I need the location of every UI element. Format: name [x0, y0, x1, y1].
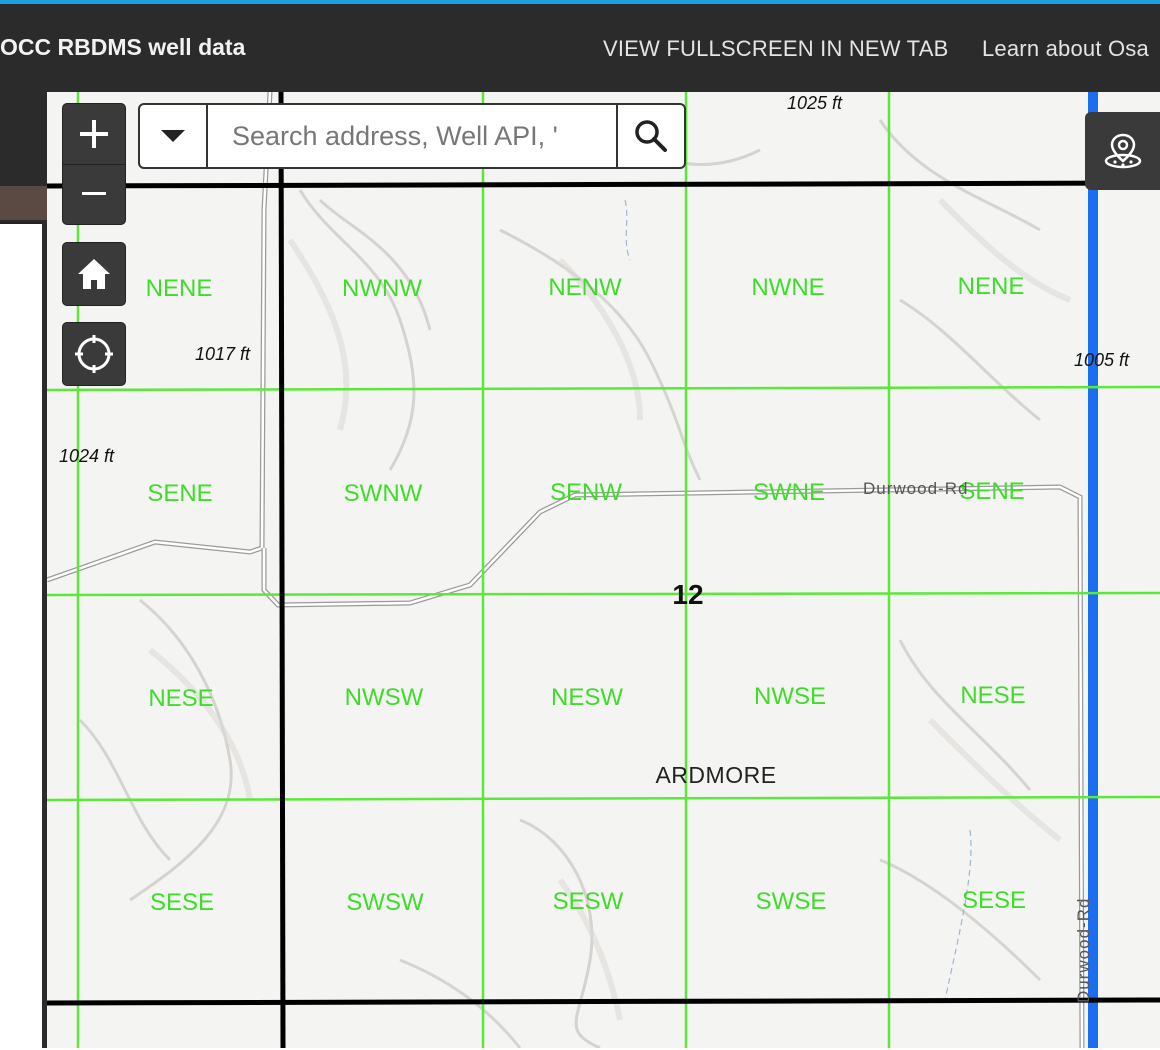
- qq-label: SWSW: [346, 889, 424, 916]
- plus-icon: [80, 119, 108, 148]
- qq-label: NESE: [960, 682, 1025, 709]
- qq-label: NENW: [548, 274, 622, 301]
- zoom-control: [62, 103, 126, 225]
- qq-label: NENE: [146, 275, 213, 302]
- qq-label: NESW: [551, 684, 623, 711]
- qq-label: NWSW: [345, 684, 424, 711]
- qq-label: SENE: [959, 478, 1024, 505]
- qq-label: NESE: [148, 685, 213, 712]
- search-widget: [138, 103, 686, 169]
- road-label-vertical: Durwood-Rd: [1074, 898, 1093, 1003]
- qq-label: SESE: [150, 889, 214, 916]
- home-button[interactable]: [62, 242, 126, 306]
- qq-label: SWNE: [753, 479, 825, 506]
- side-panel-tab[interactable]: [0, 186, 47, 220]
- home-icon: [78, 259, 110, 289]
- qq-label: NWSE: [754, 683, 826, 710]
- fullscreen-link[interactable]: VIEW FULLSCREEN IN NEW TAB: [603, 36, 948, 62]
- section-number: 12: [672, 579, 703, 610]
- qq-label: SESE: [962, 887, 1026, 914]
- qq-label: NWNW: [342, 275, 422, 302]
- qq-label: SESW: [553, 888, 624, 915]
- elevation-label: 1017 ft: [195, 344, 251, 364]
- magnifier-icon: [635, 120, 667, 152]
- map-pin-icon: [1104, 133, 1141, 169]
- road-label: Durwood-Rd: [863, 479, 968, 498]
- search-source-dropdown[interactable]: [140, 105, 208, 167]
- search-button[interactable]: [616, 105, 684, 167]
- caret-down-icon: [161, 130, 185, 142]
- place-label: ARDMORE: [655, 762, 776, 788]
- qq-label: SWNW: [344, 480, 423, 507]
- location-tool-button[interactable]: [1085, 112, 1160, 190]
- locate-button[interactable]: [62, 322, 126, 386]
- elevation-label: 1005 ft: [1074, 350, 1130, 370]
- elevation-label: 1025 ft: [787, 93, 843, 113]
- app-title: OCC RBDMS well data: [0, 34, 246, 60]
- qq-label: SENW: [550, 479, 622, 506]
- elevation-label: 1024 ft: [59, 446, 115, 466]
- search-input[interactable]: [208, 105, 616, 167]
- qq-label: SENE: [147, 480, 212, 507]
- crosshair-icon: [75, 335, 113, 373]
- learn-more-link[interactable]: Learn about Osa: [982, 36, 1149, 62]
- qq-label: SWSE: [756, 888, 827, 915]
- zoom-out-button[interactable]: [62, 165, 126, 225]
- qq-label: NENE: [958, 273, 1025, 300]
- qq-label: NWNE: [751, 274, 824, 301]
- map-canvas[interactable]: NENE NWNW NENW NWNE NENE SENE SWNW SENW …: [0, 92, 1160, 1048]
- zoom-in-button[interactable]: [62, 104, 126, 165]
- minus-icon: [82, 192, 106, 196]
- map-view[interactable]: NENE NWNW NENW NWNE NENE SENE SWNW SENW …: [0, 92, 1160, 1048]
- app-header: OCC RBDMS well data VIEW FULLSCREEN IN N…: [0, 4, 1160, 92]
- side-panel: [0, 222, 42, 1050]
